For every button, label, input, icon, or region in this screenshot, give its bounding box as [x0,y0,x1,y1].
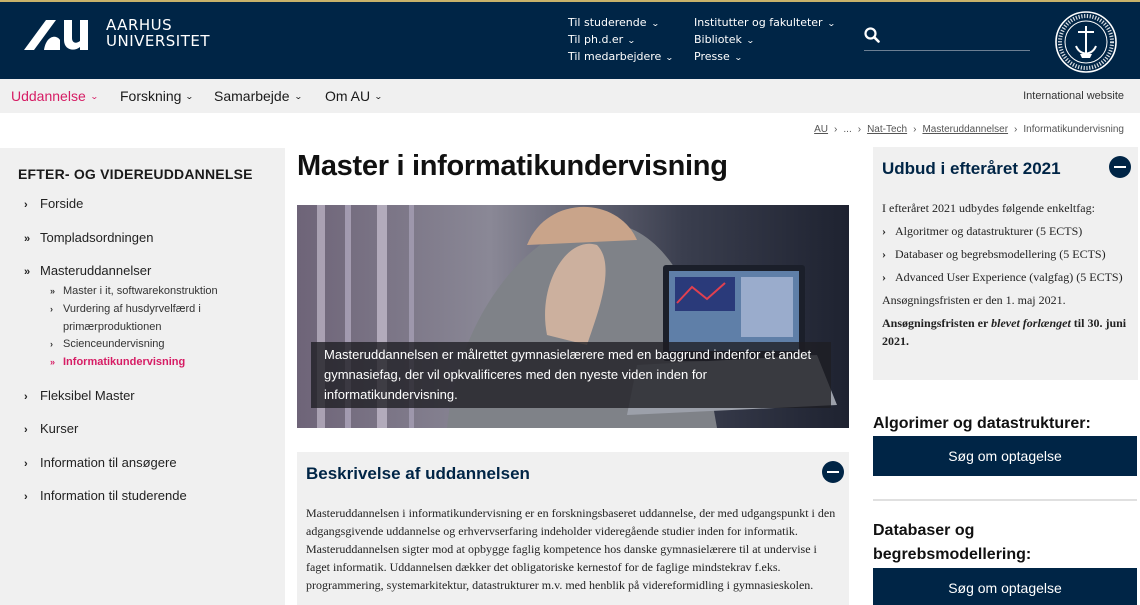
chevron-down-icon: ⌄ [89,92,99,101]
divider [873,499,1137,501]
udbud-panel: Udbud i efteråret 2021 I efteråret 2021 … [873,147,1138,380]
chevron-right-icon: › [24,491,28,503]
top-links-col-2: Institutter og fakulteter ⌄ Bibliotek ⌄ Pr… [694,14,836,65]
chevron-down-icon: ⌄ [745,36,755,45]
logo-line-1: AARHUS [106,16,173,34]
top-link-bibliotek[interactable]: Bibliotek ⌄ [694,31,834,48]
international-website-link[interactable]: International website [1023,90,1124,102]
sidebar-item-studerende[interactable]: › Information til studerende [24,488,187,503]
search-field[interactable] [864,26,1030,51]
chevron-down-icon: ⌄ [185,92,195,101]
double-chevron-right-icon: » [24,233,31,245]
chevron-down-icon: ⌄ [826,19,836,28]
double-chevron-right-icon: » [50,286,56,296]
sidebar-item-forside[interactable]: › Forside [24,196,83,211]
course-list-item: Advanced User Experience (valgfag) (5 EC… [882,268,1130,286]
hero-caption: Masteruddannelsen er målrettet gymnasiel… [311,342,831,408]
breadcrumb-au[interactable]: AU [814,124,828,135]
hero-image: Masteruddannelsen er målrettet gymnasiel… [297,205,849,428]
description-panel: Beskrivelse af uddannelsen Masteruddanne… [297,452,849,605]
top-link-medarbejdere[interactable]: Til medarbejdere ⌄ [568,48,675,65]
description-heading: Beskrivelse af uddannelsen [306,464,530,483]
apply-button[interactable]: Søg om optagelse [873,568,1137,605]
nav-forskning[interactable]: Forskning ⌄ [120,88,195,104]
chevron-right-icon: › [24,391,28,403]
top-link-presse[interactable]: Presse ⌄ [694,48,834,65]
main-nav: Uddannelse ⌄ Forskning ⌄ Samarbejde ⌄ Om AU… [0,79,1140,113]
course-2-heading: Databaser og begrebsmodellering: [873,522,1032,563]
au-logo[interactable]: AARHUS UNIVERSITET [24,16,210,50]
top-link-phd[interactable]: Til ph.d.er ⌄ [568,31,673,48]
top-header: AARHUS UNIVERSITET Til studerende ⌄ Til p… [0,0,1140,79]
sidebar-item-fleksibel-master[interactable]: › Fleksibel Master [24,388,135,403]
sidebar-subitem-master-it[interactable]: » Master i it, softwarekonstruktion [50,282,218,300]
sidebar-item-masteruddannelser[interactable]: » Masteruddannelser [24,263,151,278]
chevron-right-icon: › [24,424,28,436]
collapse-icon[interactable] [1109,156,1131,178]
chevron-right-icon: › [50,304,53,314]
apply-button[interactable]: Søg om optagelse [873,436,1137,476]
chevron-right-icon: › [24,199,28,211]
chevron-down-icon: ⌄ [293,92,303,101]
udbud-intro: I efteråret 2021 udbydes følgende enkelt… [882,201,1095,215]
chevron-down-icon: ⌄ [627,36,636,45]
logo-line-2: UNIVERSITET [106,32,211,50]
chevron-down-icon: ⌄ [374,92,383,101]
deadline-text: Ansøgningsfristen er den 1. maj 2021. [882,293,1066,307]
course-list-item: Algoritmer og datastrukturer (5 ECTS) [882,222,1130,240]
chevron-right-icon: › [24,458,28,470]
collapse-icon[interactable] [822,461,844,483]
top-link-institutter[interactable]: Institutter og fakulteter ⌄ [694,14,836,31]
course-list-item: Databaser og begrebsmodellering (5 ECTS) [882,245,1130,263]
course-1-heading: Algorimer og datastrukturer: [873,415,1091,432]
breadcrumb-nat-tech[interactable]: Nat-Tech [867,124,907,135]
nav-om-au[interactable]: Om AU ⌄ [325,88,383,104]
university-seal-icon [1055,11,1117,73]
sidebar-subitem-scienceundervisning[interactable]: › Scienceundervisning [50,335,165,353]
breadcrumb: AU ›... › Nat-Tech › Masteruddannelser › Inform… [814,124,1124,135]
au-logo-icon [24,20,88,50]
description-text: Masteruddannelsen i informatikundervisni… [306,506,836,592]
sidebar: EFTER- OG VIDEREUDDANNELSE › Forside » Tom… [0,148,285,605]
udbud-heading: Udbud i efteråret 2021 [882,159,1061,178]
top-links-col-1: Til studerende ⌄ Til ph.d.er ⌄ Til medarbe… [568,14,675,65]
deadline-extended: Ansøgningsfristen er blevet forlænget ti… [882,316,1127,348]
sidebar-title: EFTER- OG VIDEREUDDANNELSE [18,166,253,182]
sidebar-item-tompladsordningen[interactable]: » Tompladsordningen [24,230,153,245]
breadcrumb-masteruddannelser[interactable]: Masteruddannelser [922,124,1008,135]
search-icon[interactable] [864,27,880,43]
sidebar-item-kurser[interactable]: › Kurser [24,421,78,436]
nav-uddannelse[interactable]: Uddannelse ⌄ [11,88,99,104]
sidebar-item-ansoegere[interactable]: › Information til ansøgere [24,455,177,470]
breadcrumb-current: Informatikundervisning [1023,124,1124,135]
nav-samarbejde[interactable]: Samarbejde ⌄ [214,88,303,104]
chevron-down-icon: ⌄ [733,53,743,62]
breadcrumb-ellipsis[interactable]: ... [843,124,851,135]
top-link-studerende[interactable]: Til studerende ⌄ [568,14,673,31]
chevron-down-icon: ⌄ [650,19,660,28]
sidebar-subitem-husdyrvelfaerd[interactable]: › Vurdering af husdyrvelfærd i primærprodu… [50,300,201,336]
sidebar-subitem-informatikundervisning[interactable]: » Informatikundervisning [50,353,185,371]
double-chevron-right-icon: » [50,357,56,367]
page-title: Master i informatikundervisning [297,150,728,182]
double-chevron-right-icon: » [24,266,31,278]
chevron-down-icon: ⌄ [665,53,675,62]
chevron-right-icon: › [50,339,53,349]
